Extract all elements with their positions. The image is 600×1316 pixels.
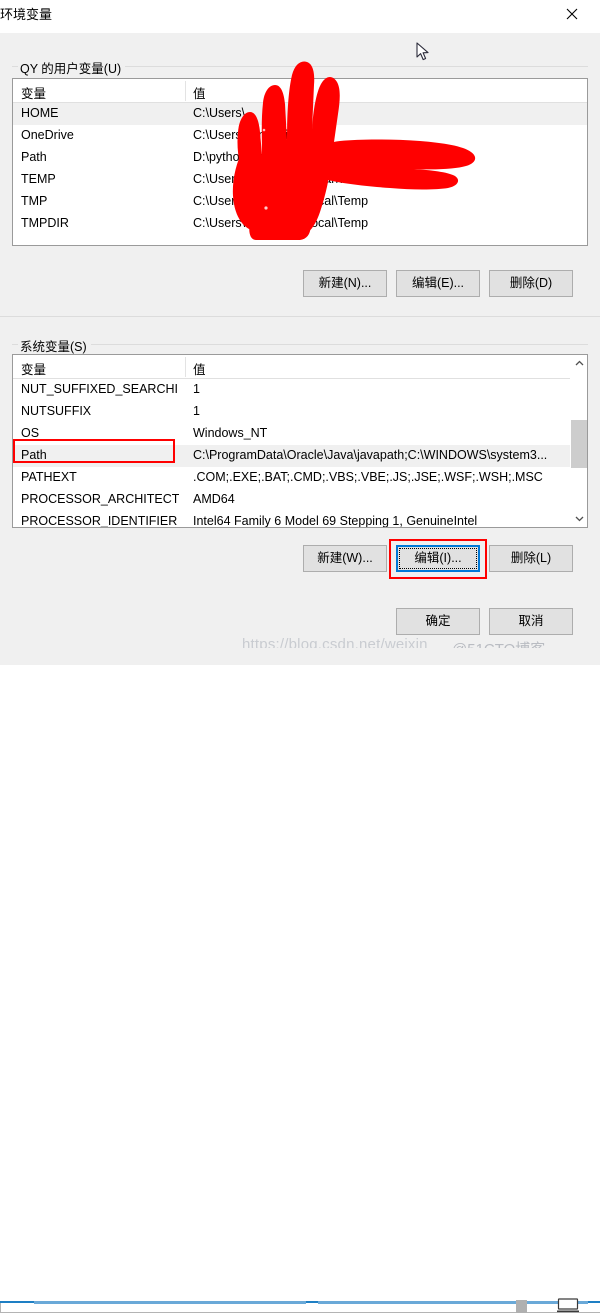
system_section-variable-value: AMD64: [193, 492, 235, 506]
user_section-variable-name: TMPDIR: [21, 216, 69, 230]
user-variables-label: QY 的用户变量(U): [18, 58, 126, 77]
user-variables-list[interactable]: 变量 值 HOME C:\Users\ OneDrive C:\Users\ One…: [12, 78, 588, 246]
user_section-variable-value: D:\python\; \python\;C:\ \AppData\L...: [193, 150, 398, 164]
table-row[interactable]: TMP C:\Users\ \AppData\Local\Temp: [13, 191, 587, 213]
user_section-variable-name: TMP: [21, 194, 48, 208]
user_section-variable-name: OneDrive: [21, 128, 74, 142]
window-title: 环境变量: [0, 7, 53, 22]
background-window-edge: [0, 1303, 600, 1313]
table-row[interactable]: TEMP C:\Users\ \AppData\Local\Temp: [13, 169, 587, 191]
system_section-variable-value: Intel64 Family 6 Model 69 Stepping 1, Ge…: [193, 514, 478, 528]
system_section-variable-name: PROCESSOR_IDENTIFIER: [21, 514, 178, 528]
user-column-divider[interactable]: [185, 81, 186, 101]
group-divider-line-system: [12, 344, 588, 345]
system_section-variable-name: OS: [21, 426, 40, 440]
table-row[interactable]: PROCESSOR_ARCHITECT AMD64: [13, 489, 587, 511]
system_section-variable-name: PATHEXT: [21, 470, 77, 484]
taskbar-item-right[interactable]: [318, 1301, 588, 1304]
user-edit-button[interactable]: 编辑(E)...: [396, 270, 480, 297]
table-row[interactable]: TMPDIR C:\Users\ \AppData\Local\Temp: [13, 213, 587, 235]
system_section-variable-value: Windows_NT: [193, 426, 268, 440]
table-row[interactable]: HOME C:\Users\: [13, 103, 587, 125]
system_section-variable-value: .COM;.EXE;.BAT;.CMD;.VBS;.VBE;.JS;.JSE;.…: [193, 470, 543, 484]
taskbar-item-left[interactable]: [34, 1301, 306, 1304]
user-new-button[interactable]: 新建(N)...: [303, 270, 387, 297]
scrollbar-track[interactable]: [571, 372, 587, 510]
table-row[interactable]: OneDrive C:\Users\ OneDrive: [13, 125, 587, 147]
table-row[interactable]: PROCESSOR_IDENTIFIER Intel64 Family 6 Mod…: [13, 511, 587, 528]
table-row[interactable]: Path C:\ProgramData\Oracle\Java\javapath;…: [13, 445, 587, 467]
taskbar-gray-tab[interactable]: [516, 1300, 527, 1313]
user-col-variable[interactable]: 变量: [21, 83, 46, 102]
system_section-variable-name: NUT_SUFFIXED_SEARCHI: [21, 382, 178, 396]
user_section-variable-value: C:\Users\ \AppData\Local\Temp: [193, 216, 369, 230]
system_section-variable-value: 1: [193, 404, 200, 418]
user-list-header: 变量 值: [13, 79, 587, 103]
system-col-value[interactable]: 值: [193, 359, 206, 378]
system-list-header: 变量 值: [13, 355, 587, 379]
chevron-down-icon[interactable]: [571, 510, 587, 527]
environment-variables-dialog: 环境变量 QY 的用户变量(U) 变量 值 HOME C:\Users\ OneD…: [0, 0, 600, 648]
user_section-variable-value: C:\Users\: [193, 106, 246, 120]
system-variables-label: 系统变量(S): [18, 336, 91, 355]
system-variables-group: 系统变量(S): [12, 336, 588, 355]
section-separator: [0, 316, 600, 317]
user_section-variable-name: HOME: [21, 106, 59, 120]
title-bar: 环境变量: [0, 0, 600, 33]
user_section-variable-value: C:\Users\ \AppData\Local\Temp: [193, 172, 369, 186]
user_section-variable-name: TEMP: [21, 172, 56, 186]
user_section-variable-name: Path: [21, 150, 47, 164]
system_section-variable-value: 1: [193, 382, 200, 396]
system-edit-button-label: 编辑(I)...: [414, 551, 462, 566]
system_section-variable-value: C:\ProgramData\Oracle\Java\javapath;C:\W…: [193, 448, 548, 462]
user_section-variable-value: C:\Users\ \AppData\Local\Temp: [193, 194, 369, 208]
user-col-value[interactable]: 值: [193, 83, 206, 102]
system-list-scrollbar[interactable]: [570, 355, 587, 527]
table-row[interactable]: Path D:\python\; \python\;C:\ \AppData\L.…: [13, 147, 587, 169]
system-variables-list[interactable]: 变量 值 NUT_SUFFIXED_SEARCHI 1 NUTSUFFIX 1 OS Wi…: [12, 354, 588, 528]
table-row[interactable]: NUT_SUFFIXED_SEARCHI 1: [13, 379, 587, 401]
ok-button[interactable]: 确定: [396, 608, 480, 635]
table-row[interactable]: NUTSUFFIX 1: [13, 401, 587, 423]
system_section-variable-name: Path: [21, 448, 47, 462]
desktop-strip: [0, 648, 600, 1313]
user_section-variable-value: C:\Users\ OneDrive: [193, 128, 302, 142]
system-rows-container: NUT_SUFFIXED_SEARCHI 1 NUTSUFFIX 1 OS Windows…: [13, 379, 587, 528]
cancel-button[interactable]: 取消: [489, 608, 573, 635]
system_section-variable-name: PROCESSOR_ARCHITECT: [21, 492, 180, 506]
system-new-button[interactable]: 新建(W)...: [303, 545, 387, 572]
chevron-up-icon[interactable]: [571, 355, 587, 372]
system-edit-button[interactable]: 编辑(I)...: [396, 545, 480, 572]
user-variables-group: QY 的用户变量(U): [12, 58, 588, 77]
table-row[interactable]: PATHEXT .COM;.EXE;.BAT;.CMD;.VBS;.VBE;.JS…: [13, 467, 587, 489]
scrollbar-thumb[interactable]: [571, 420, 587, 468]
monitor-icon[interactable]: [557, 1298, 579, 1316]
user-delete-button[interactable]: 删除(D): [489, 270, 573, 297]
system-column-divider[interactable]: [185, 357, 186, 377]
system_section-variable-name: NUTSUFFIX: [21, 404, 92, 418]
close-icon[interactable]: [554, 0, 600, 30]
system-delete-button[interactable]: 删除(L): [489, 545, 573, 572]
system-col-variable[interactable]: 变量: [21, 359, 46, 378]
table-row[interactable]: OS Windows_NT: [13, 423, 587, 445]
user-rows-container: HOME C:\Users\ OneDrive C:\Users\ OneDrive…: [13, 103, 587, 235]
